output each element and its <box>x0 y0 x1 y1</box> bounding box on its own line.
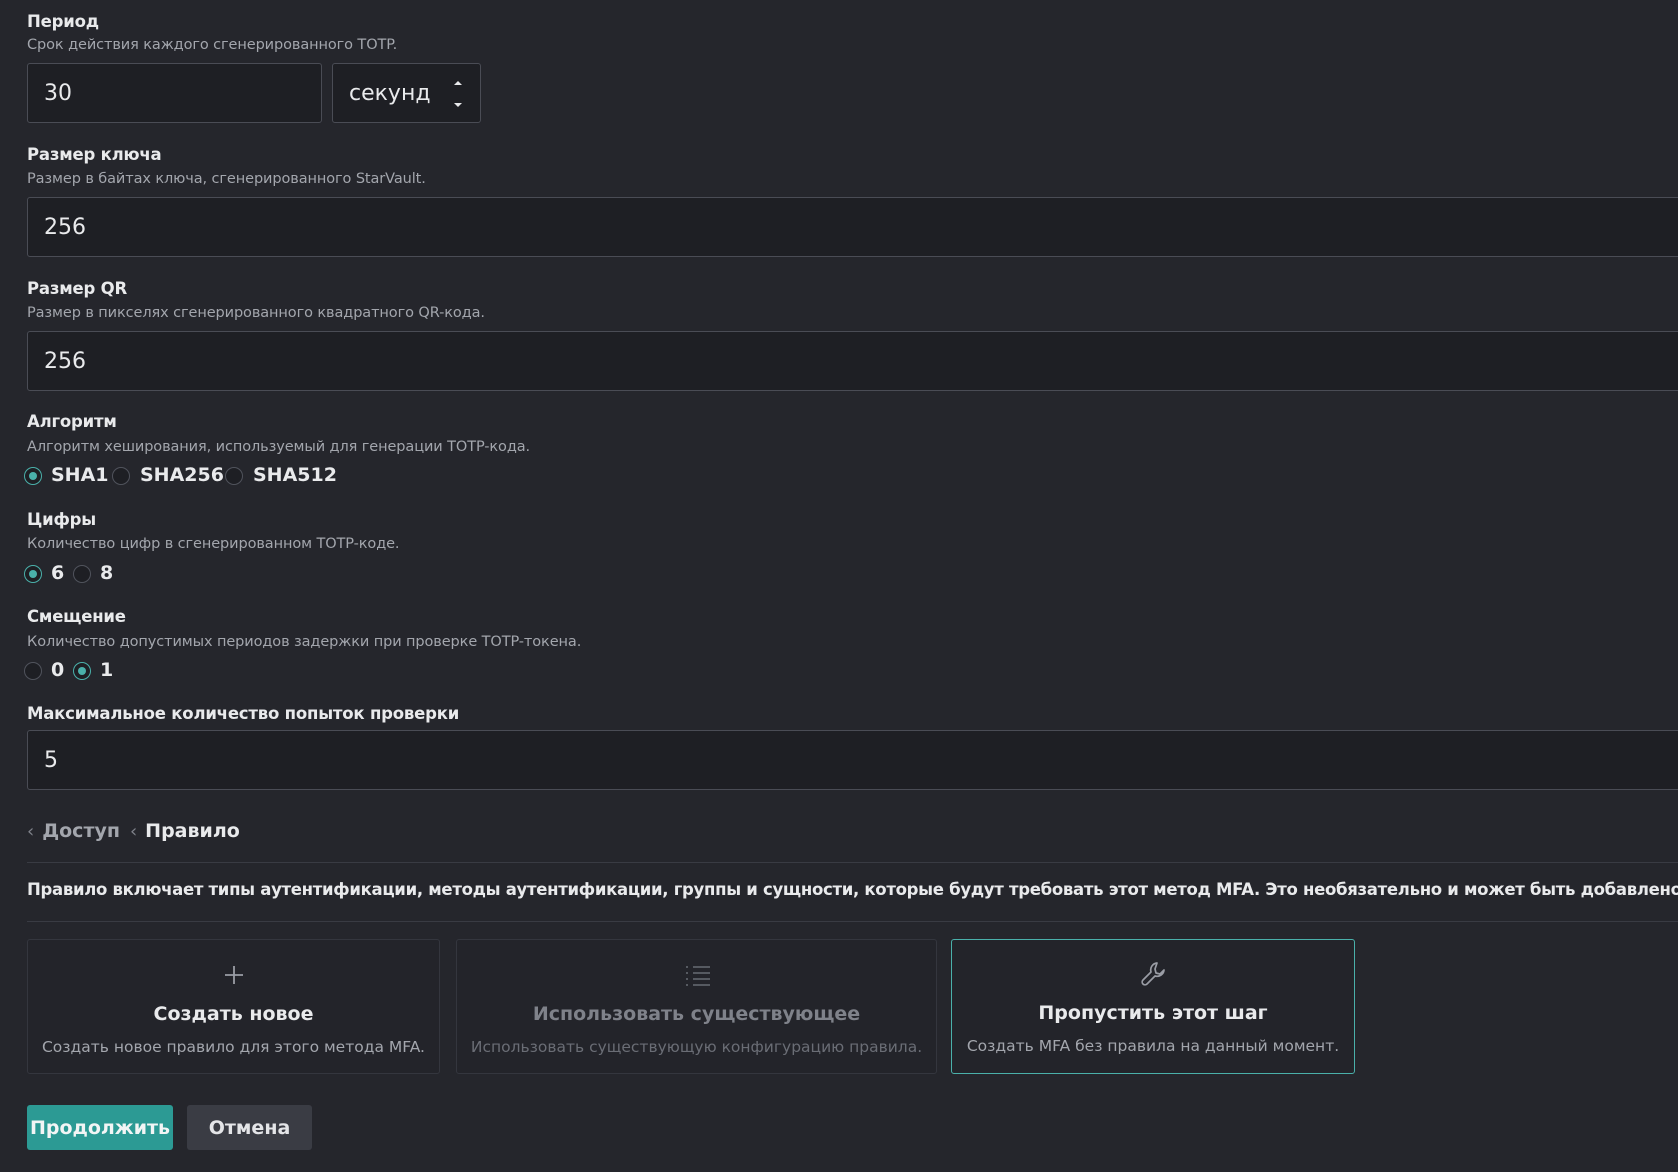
period-unit-value: секунд <box>349 80 431 106</box>
use-existing-card[interactable]: Использовать существующее Использовать с… <box>456 939 937 1074</box>
breadcrumb: ‹ Доступ ‹ Правило <box>27 820 240 842</box>
skip-step-card[interactable]: Пропустить этот шаг Создать MFA без прав… <box>951 939 1355 1074</box>
key-size-label: Размер ключа <box>27 145 162 164</box>
plus-icon <box>225 966 243 984</box>
list-icon <box>686 966 710 986</box>
digits-description: Количество цифр в сгенерированном TOTP-к… <box>27 536 400 552</box>
period-value: 30 <box>44 80 72 106</box>
skip-step-description: Создать MFA без правила на данный момент… <box>966 1037 1340 1055</box>
divider <box>27 921 1678 922</box>
divider <box>27 862 1678 863</box>
wrench-icon <box>1141 962 1165 986</box>
key-size-value: 256 <box>44 214 86 240</box>
sort-arrows-icon <box>454 81 462 107</box>
skew-option-0[interactable]: 0 <box>51 659 64 681</box>
algorithm-radio-sha512[interactable] <box>225 467 243 485</box>
create-new-description: Создать новое правило для этого метода M… <box>41 1038 425 1056</box>
period-unit-select[interactable]: секунд <box>332 63 481 123</box>
digits-radio-6[interactable] <box>24 565 42 583</box>
algorithm-option-sha256[interactable]: SHA256 <box>140 464 224 486</box>
max-attempts-input[interactable]: 5 <box>27 730 1678 790</box>
algorithm-label: Алгоритм <box>27 412 117 431</box>
continue-button[interactable]: Продолжить <box>27 1105 173 1150</box>
algorithm-option-sha1[interactable]: SHA1 <box>51 464 109 486</box>
algorithm-option-sha512[interactable]: SHA512 <box>253 464 337 486</box>
qr-size-input[interactable]: 256 <box>27 331 1678 391</box>
max-attempts-label: Максимальное количество попыток проверки <box>27 704 460 723</box>
qr-size-label: Размер QR <box>27 279 127 298</box>
cancel-button[interactable]: Отмена <box>187 1105 312 1150</box>
key-size-input[interactable]: 256 <box>27 197 1678 257</box>
skew-description: Количество допустимых периодов задержки … <box>27 634 582 650</box>
period-label: Период <box>27 12 99 31</box>
digits-label: Цифры <box>27 510 96 529</box>
key-size-description: Размер в байтах ключа, сгенерированного … <box>27 171 426 187</box>
period-description: Срок действия каждого сгенерированного T… <box>27 37 398 53</box>
skew-label: Смещение <box>27 607 126 626</box>
digits-option-8[interactable]: 8 <box>100 562 113 584</box>
qr-size-description: Размер в пикселях сгенерированного квадр… <box>27 305 485 321</box>
algorithm-description: Алгоритм хеширования, используемый для г… <box>27 439 531 455</box>
algorithm-radio-sha1[interactable] <box>24 467 42 485</box>
use-existing-description: Использовать существующую конфигурацию п… <box>470 1038 923 1056</box>
chevron-left-icon: ‹ <box>129 820 138 842</box>
rule-info-text: Правило включает типы аутентификации, ме… <box>27 880 1678 899</box>
qr-size-value: 256 <box>44 348 86 374</box>
skew-radio-0[interactable] <box>24 662 42 680</box>
breadcrumb-rule: Правило <box>145 820 240 842</box>
period-input[interactable]: 30 <box>27 63 322 123</box>
use-existing-title: Использовать существующее <box>532 1003 861 1025</box>
skew-option-1[interactable]: 1 <box>100 659 113 681</box>
skip-step-title: Пропустить этот шаг <box>1038 1002 1268 1024</box>
create-new-card[interactable]: Создать новое Создать новое правило для … <box>27 939 440 1074</box>
digits-option-6[interactable]: 6 <box>51 562 64 584</box>
algorithm-radio-sha256[interactable] <box>112 467 130 485</box>
chevron-left-icon: ‹ <box>27 820 35 842</box>
max-attempts-value: 5 <box>44 747 58 773</box>
digits-radio-8[interactable] <box>73 565 91 583</box>
create-new-title: Создать новое <box>153 1003 314 1025</box>
skew-radio-1[interactable] <box>73 662 91 680</box>
breadcrumb-access[interactable]: Доступ <box>42 820 120 842</box>
